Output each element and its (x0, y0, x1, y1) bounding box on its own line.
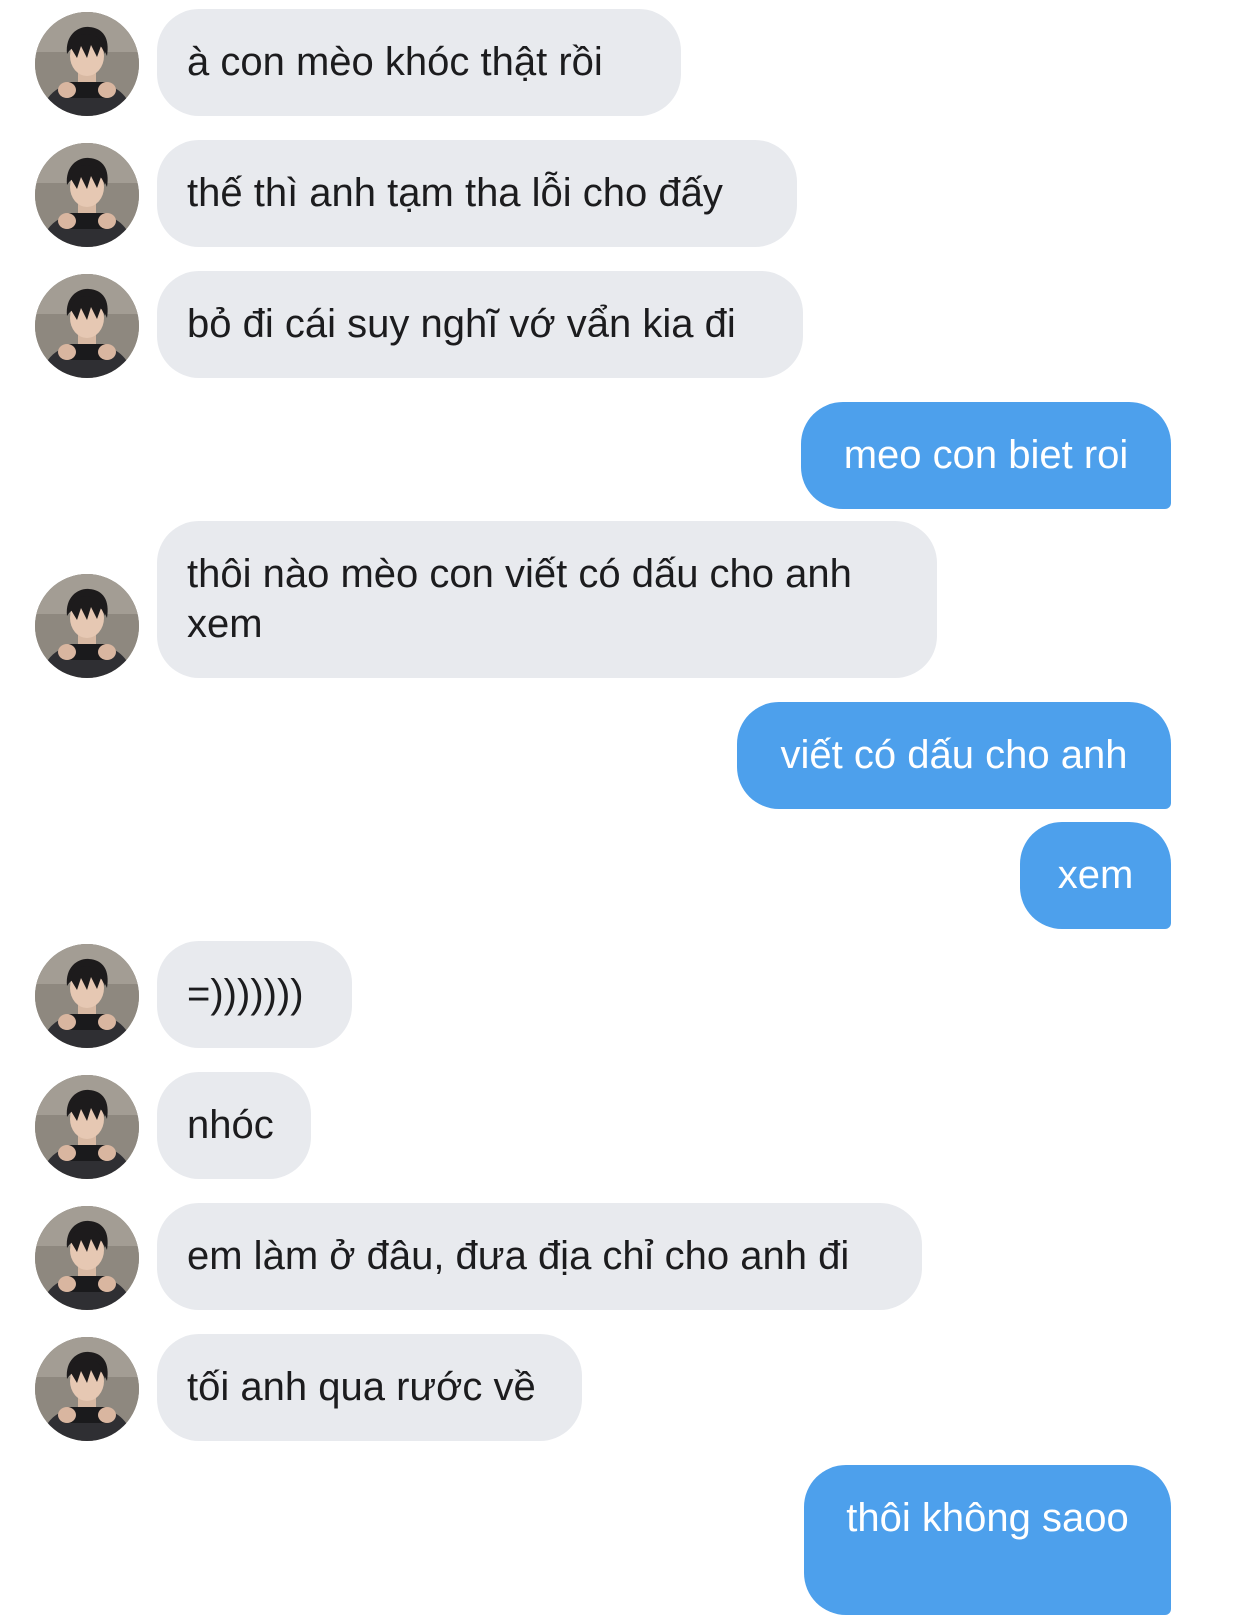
profile-photo-avatar-icon (35, 574, 139, 678)
profile-photo-avatar-icon (35, 1075, 139, 1179)
incoming-message-bubble: à con mèo khóc thật rồi (157, 9, 681, 116)
avatar[interactable] (35, 12, 139, 116)
outgoing-message-bubble: thôi không saoo (804, 1465, 1171, 1615)
avatar[interactable] (35, 1206, 139, 1310)
avatar[interactable] (35, 143, 139, 247)
profile-photo-avatar-icon (35, 1337, 139, 1441)
avatar[interactable] (35, 944, 139, 1048)
avatar[interactable] (35, 1337, 139, 1441)
profile-photo-avatar-icon (35, 1206, 139, 1310)
incoming-message-bubble: =))))))) (157, 941, 352, 1048)
outgoing-message-bubble: viết có dấu cho anh (737, 702, 1171, 809)
incoming-message-bubble: tối anh qua rước về (157, 1334, 582, 1441)
incoming-message-bubble: bỏ đi cái suy nghĩ vớ vẩn kia đi (157, 271, 803, 378)
profile-photo-avatar-icon (35, 143, 139, 247)
incoming-message-bubble: thế thì anh tạm tha lỗi cho đấy (157, 140, 797, 247)
incoming-message-bubble: nhóc (157, 1072, 311, 1179)
profile-photo-avatar-icon (35, 12, 139, 116)
avatar[interactable] (35, 274, 139, 378)
avatar[interactable] (35, 1075, 139, 1179)
outgoing-message-bubble: meo con biet roi (801, 402, 1171, 509)
incoming-message-bubble: em làm ở đâu, đưa địa chỉ cho anh đi (157, 1203, 922, 1310)
incoming-message-bubble: thôi nào mèo con viết có dấu cho anh xem (157, 521, 937, 678)
avatar[interactable] (35, 574, 139, 678)
profile-photo-avatar-icon (35, 944, 139, 1048)
outgoing-message-bubble: xem (1020, 822, 1171, 929)
profile-photo-avatar-icon (35, 274, 139, 378)
